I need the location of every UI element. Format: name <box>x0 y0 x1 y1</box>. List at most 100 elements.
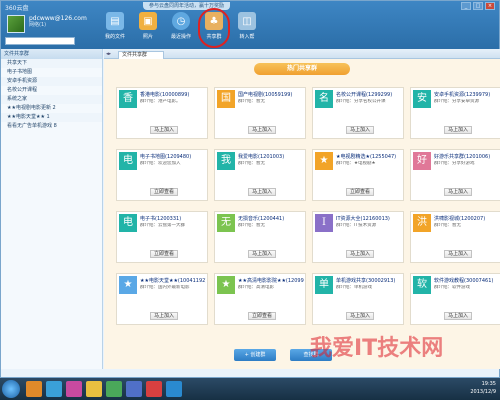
join-group-button[interactable]: 马上加入 <box>248 250 276 258</box>
group-card[interactable]: ★ ★电视剧精选★(1255047) 群介绍：★电视剧★ 立即查看 <box>312 149 404 201</box>
search-input[interactable] <box>5 37 75 45</box>
group-description: 群介绍：IT技术资源 <box>336 223 377 228</box>
tab-share-group[interactable]: 文件共享群 <box>118 51 164 59</box>
group-avatar-icon: ★ <box>217 276 235 294</box>
group-name[interactable]: 安卓手机资源(1239979) <box>434 91 500 98</box>
maximize-button[interactable]: □ <box>473 2 483 10</box>
group-name[interactable]: ★★高清电影影院★★(12099009) <box>238 277 304 284</box>
start-button[interactable] <box>2 380 20 398</box>
group-card[interactable]: ★★★高清电影影院★★(12099009)群介绍：高清电影立即查看 <box>214 273 306 325</box>
tool-photos[interactable]: ▣ 照片 <box>134 10 162 46</box>
share-group-icon: ♣ <box>205 12 223 30</box>
user-status[interactable]: 网络(1) <box>29 22 87 29</box>
tool-my-files[interactable]: ▤ 我的文件 <box>101 10 129 46</box>
group-description: 群介绍：暂无 <box>434 223 461 228</box>
join-group-button[interactable]: 立即查看 <box>346 188 374 196</box>
minimize-button[interactable]: _ <box>461 2 471 10</box>
group-card[interactable]: 无无损音乐(1200441) 群介绍：暂无 马上加入 <box>214 211 306 263</box>
group-name[interactable]: 香港电影(10000899) <box>140 91 206 98</box>
sidebar-item[interactable]: 看看无广告单机游戏 8 <box>1 122 102 131</box>
avatar[interactable] <box>7 15 25 33</box>
group-card[interactable]: 我我爱电影(1201003) 群介绍：暂无 马上加入 <box>214 149 306 201</box>
taskbar-app-icon[interactable] <box>106 381 122 397</box>
sidebar-item[interactable]: ★★电影天堂★★ 1 <box>1 113 102 122</box>
group-description: 群介绍：单机游戏 <box>336 285 372 290</box>
nav-arrows-icon[interactable]: ◂▸ <box>106 51 111 57</box>
tool-share-group[interactable]: ♣ 共享群 <box>198 8 230 48</box>
taskbar-app-icon[interactable] <box>146 381 162 397</box>
join-group-button[interactable]: 立即查看 <box>150 250 178 258</box>
join-group-button[interactable]: 马上加入 <box>346 126 374 134</box>
join-group-button[interactable]: 马上加入 <box>444 250 472 258</box>
group-name[interactable]: 名校公开课程(1299299) <box>336 91 402 98</box>
tool-recent[interactable]: ◷ 最近操作 <box>167 10 195 46</box>
main-toolbar: ▤ 我的文件 ▣ 照片 ◷ 最近操作 ♣ 共享群 ◫ 转入帮 <box>101 8 261 48</box>
group-card[interactable]: I IT资源大全(12160013) 群介绍：IT技术资源 马上加入 <box>312 211 404 263</box>
sidebar-item[interactable]: 电子书地图 <box>1 68 102 77</box>
group-card[interactable]: 名名校公开课程(1299299) 群介绍：分享名校公开课 马上加入 <box>312 87 404 139</box>
sidebar-item[interactable]: 名校公开课程 <box>1 86 102 95</box>
join-group-button[interactable]: 马上加入 <box>248 188 276 196</box>
group-name[interactable]: 无损音乐(1200441) <box>238 215 304 222</box>
join-group-button[interactable]: 立即查看 <box>248 312 276 320</box>
join-group-button[interactable]: 马上加入 <box>444 312 472 320</box>
group-card[interactable]: 国国产电视剧(10059199) 群介绍：暂无马上加入 <box>214 87 306 139</box>
sidebar-item[interactable]: 系统之家 <box>1 95 102 104</box>
system-tray: 19:35 2013/12/9 <box>470 380 496 396</box>
group-card[interactable]: 安安卓手机资源(1239979) 群介绍：分享安卓资源 马上加入 <box>410 87 500 139</box>
tool-transfer[interactable]: ◫ 转入帮 <box>233 10 261 46</box>
group-name[interactable]: 国产电视剧(10059199) <box>238 91 304 98</box>
group-card[interactable]: 好好游乐共享群(1201006) 群介绍：分享好游戏 马上加入 <box>410 149 500 201</box>
group-name[interactable]: ★电视剧精选★(1255047) <box>336 153 402 160</box>
title-bar: 360云盘 参与云盘同周年活动，赢十万奖励 _ □ × pdcwww@126.c… <box>1 1 499 49</box>
group-description: 群介绍：云盘第一大群 <box>140 223 185 228</box>
group-name[interactable]: 电子书地图(1209480) <box>140 153 206 160</box>
group-name[interactable]: 我爱电影(1201003) <box>238 153 304 160</box>
taskbar-app-icon[interactable] <box>26 381 42 397</box>
group-description: 群介绍：欢迎您加入 <box>140 161 181 166</box>
join-group-button[interactable]: 马上加入 <box>248 126 276 134</box>
sidebar-item[interactable]: 共享天下 <box>1 59 102 68</box>
taskbar-app-icon[interactable] <box>86 381 102 397</box>
user-profile: pdcwww@126.com 网络(1) <box>7 15 87 33</box>
close-button[interactable]: × <box>485 2 495 10</box>
group-description: 群介绍：暂无 <box>238 223 265 228</box>
taskbar-app-icon[interactable] <box>166 381 182 397</box>
join-group-button[interactable]: 马上加入 <box>444 126 472 134</box>
sidebar-item[interactable]: 安卓手机资源 <box>1 77 102 86</box>
group-name[interactable]: 洪啸影视城(1200207) <box>434 215 500 222</box>
group-card[interactable]: 洪洪啸影视城(1200207) 群介绍：暂无 马上加入 <box>410 211 500 263</box>
group-name[interactable]: 软件游戏教程(30007461) <box>434 277 500 284</box>
join-group-button[interactable]: 马上加入 <box>444 188 472 196</box>
join-group-button[interactable]: 马上加入 <box>150 312 178 320</box>
group-avatar-icon: 国 <box>217 90 235 108</box>
group-card[interactable]: 软软件游戏教程(30007461) 群介绍：软件游戏 马上加入 <box>410 273 500 325</box>
group-name[interactable]: 好游乐共享群(1201006) <box>434 153 500 160</box>
group-name[interactable]: IT资源大全(12160013) <box>336 215 402 222</box>
group-name[interactable]: 单机游戏共享(30002913) <box>336 277 402 284</box>
group-card[interactable]: 电电子书(1200331) 群介绍：云盘第一大群 立即查看 <box>116 211 208 263</box>
group-avatar-icon: ★ <box>315 152 333 170</box>
join-group-button[interactable]: 马上加入 <box>150 126 178 134</box>
clock-time: 19:35 <box>481 381 496 387</box>
group-description: 群介绍：高清电影 <box>238 285 274 290</box>
user-name: pdcwww@126.com <box>29 15 87 22</box>
taskbar-app-icon[interactable] <box>66 381 82 397</box>
group-card[interactable]: 香香港电影(10000899) 群介绍：港产电影。 马上加入 <box>116 87 208 139</box>
join-group-button[interactable]: 马上加入 <box>346 312 374 320</box>
group-card[interactable]: 电电子书地图(1209480) 群介绍：欢迎您加入 立即查看 <box>116 149 208 201</box>
group-description: 群介绍：暂无 <box>238 99 265 104</box>
group-avatar-icon: 好 <box>413 152 431 170</box>
group-name[interactable]: ★★电影天堂★★(10041192) <box>140 277 206 284</box>
join-group-button[interactable]: 马上加入 <box>346 250 374 258</box>
group-card[interactable]: 单单机游戏共享(30002913) 群介绍：单机游戏 马上加入 <box>312 273 404 325</box>
sidebar-header[interactable]: 文件共享群 <box>1 49 102 59</box>
create-group-button[interactable]: + 创建群 <box>234 349 276 361</box>
group-name[interactable]: 电子书(1200331) <box>140 215 206 222</box>
sidebar-item[interactable]: ★★电视剧电影更新 2 <box>1 104 102 113</box>
promo-banner[interactable]: 参与云盘同周年活动，赢十万奖励 <box>143 2 231 10</box>
taskbar-app-icon[interactable] <box>126 381 142 397</box>
join-group-button[interactable]: 立即查看 <box>150 188 178 196</box>
taskbar-app-icon[interactable] <box>46 381 62 397</box>
group-card[interactable]: ★ ★★电影天堂★★(10041192) 群介绍：国内外最新电影 马上加入 <box>116 273 208 325</box>
